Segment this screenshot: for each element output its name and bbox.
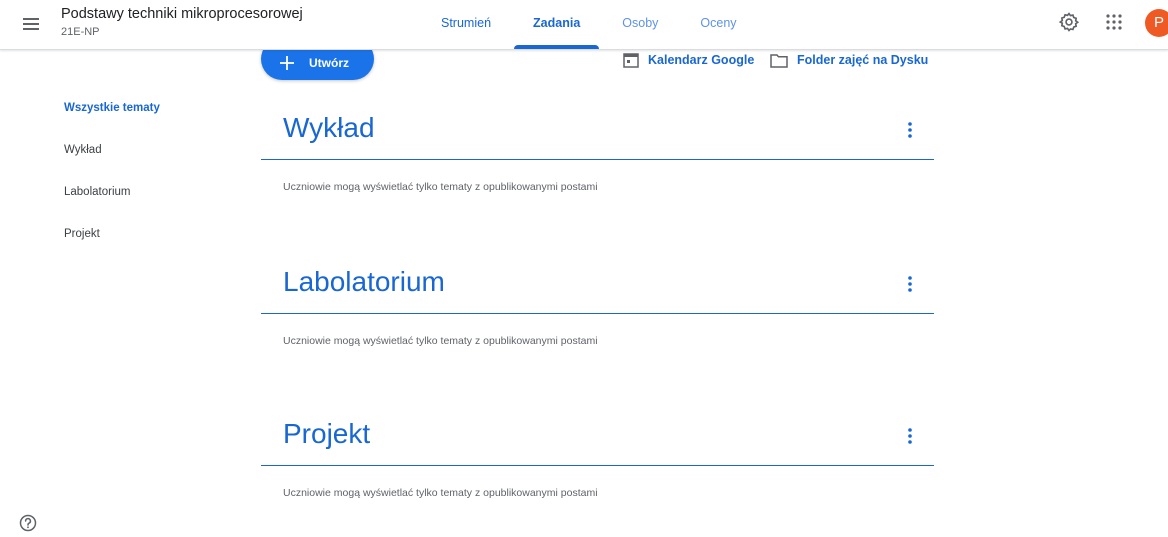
topic-title[interactable]: Labolatorium	[283, 266, 445, 298]
topic-header: Projekt	[261, 410, 934, 466]
sidebar-item-wyklad[interactable]: Wykład	[64, 144, 234, 186]
topic-header: Wykład	[261, 104, 934, 160]
hamburger-menu-icon[interactable]	[20, 14, 44, 34]
more-vert-icon[interactable]	[904, 274, 916, 294]
topic-section-projekt: Projekt Uczniowie mogą wyświetlać tylko …	[261, 410, 934, 499]
avatar[interactable]: P	[1145, 9, 1168, 37]
topic-note: Uczniowie mogą wyświetlać tylko tematy z…	[283, 181, 598, 193]
drive-folder-link[interactable]: Folder zajęć na Dysku	[770, 50, 928, 70]
folder-icon	[770, 53, 788, 68]
class-tabs: Strumień Zadania Osoby Oceny	[420, 0, 758, 49]
more-vert-icon[interactable]	[904, 426, 916, 446]
topic-note: Uczniowie mogą wyświetlać tylko tematy z…	[283, 487, 598, 499]
tab-osoby[interactable]: Osoby	[601, 0, 679, 49]
create-button-label: Utwórz	[309, 56, 349, 70]
drive-folder-label: Folder zajęć na Dysku	[797, 53, 929, 67]
topic-header: Labolatorium	[261, 258, 934, 314]
tab-strumien[interactable]: Strumień	[420, 0, 512, 49]
more-vert-icon[interactable]	[904, 120, 916, 140]
sidebar-item-projekt[interactable]: Projekt	[64, 228, 234, 270]
sidebar-item-labolatorium[interactable]: Labolatorium	[64, 186, 234, 228]
google-calendar-link[interactable]: Kalendarz Google	[623, 50, 754, 70]
topic-title[interactable]: Projekt	[283, 418, 370, 450]
topics-sidebar: Wszystkie tematy Wykład Labolatorium Pro…	[64, 102, 234, 270]
tab-oceny[interactable]: Oceny	[679, 0, 757, 49]
class-section: 21E-NP	[61, 26, 100, 38]
topic-note: Uczniowie mogą wyświetlać tylko tematy z…	[283, 335, 598, 347]
tab-zadania[interactable]: Zadania	[512, 0, 601, 49]
calendar-icon	[623, 53, 639, 68]
topic-section-labolatorium: Labolatorium Uczniowie mogą wyświetlać t…	[261, 258, 934, 347]
topic-title[interactable]: Wykład	[283, 112, 375, 144]
sidebar-item-all-topics[interactable]: Wszystkie tematy	[64, 102, 234, 144]
apps-grid-icon[interactable]	[1105, 13, 1123, 31]
help-icon[interactable]	[19, 514, 37, 532]
plus-icon	[280, 56, 294, 70]
gear-icon[interactable]	[1058, 11, 1080, 33]
topic-section-wyklad: Wykład Uczniowie mogą wyświetlać tylko t…	[261, 104, 934, 193]
google-calendar-label: Kalendarz Google	[648, 53, 755, 67]
class-title[interactable]: Podstawy techniki mikroprocesorowej	[61, 6, 303, 22]
top-app-bar: Podstawy techniki mikroprocesorowej 21E-…	[0, 0, 1168, 50]
